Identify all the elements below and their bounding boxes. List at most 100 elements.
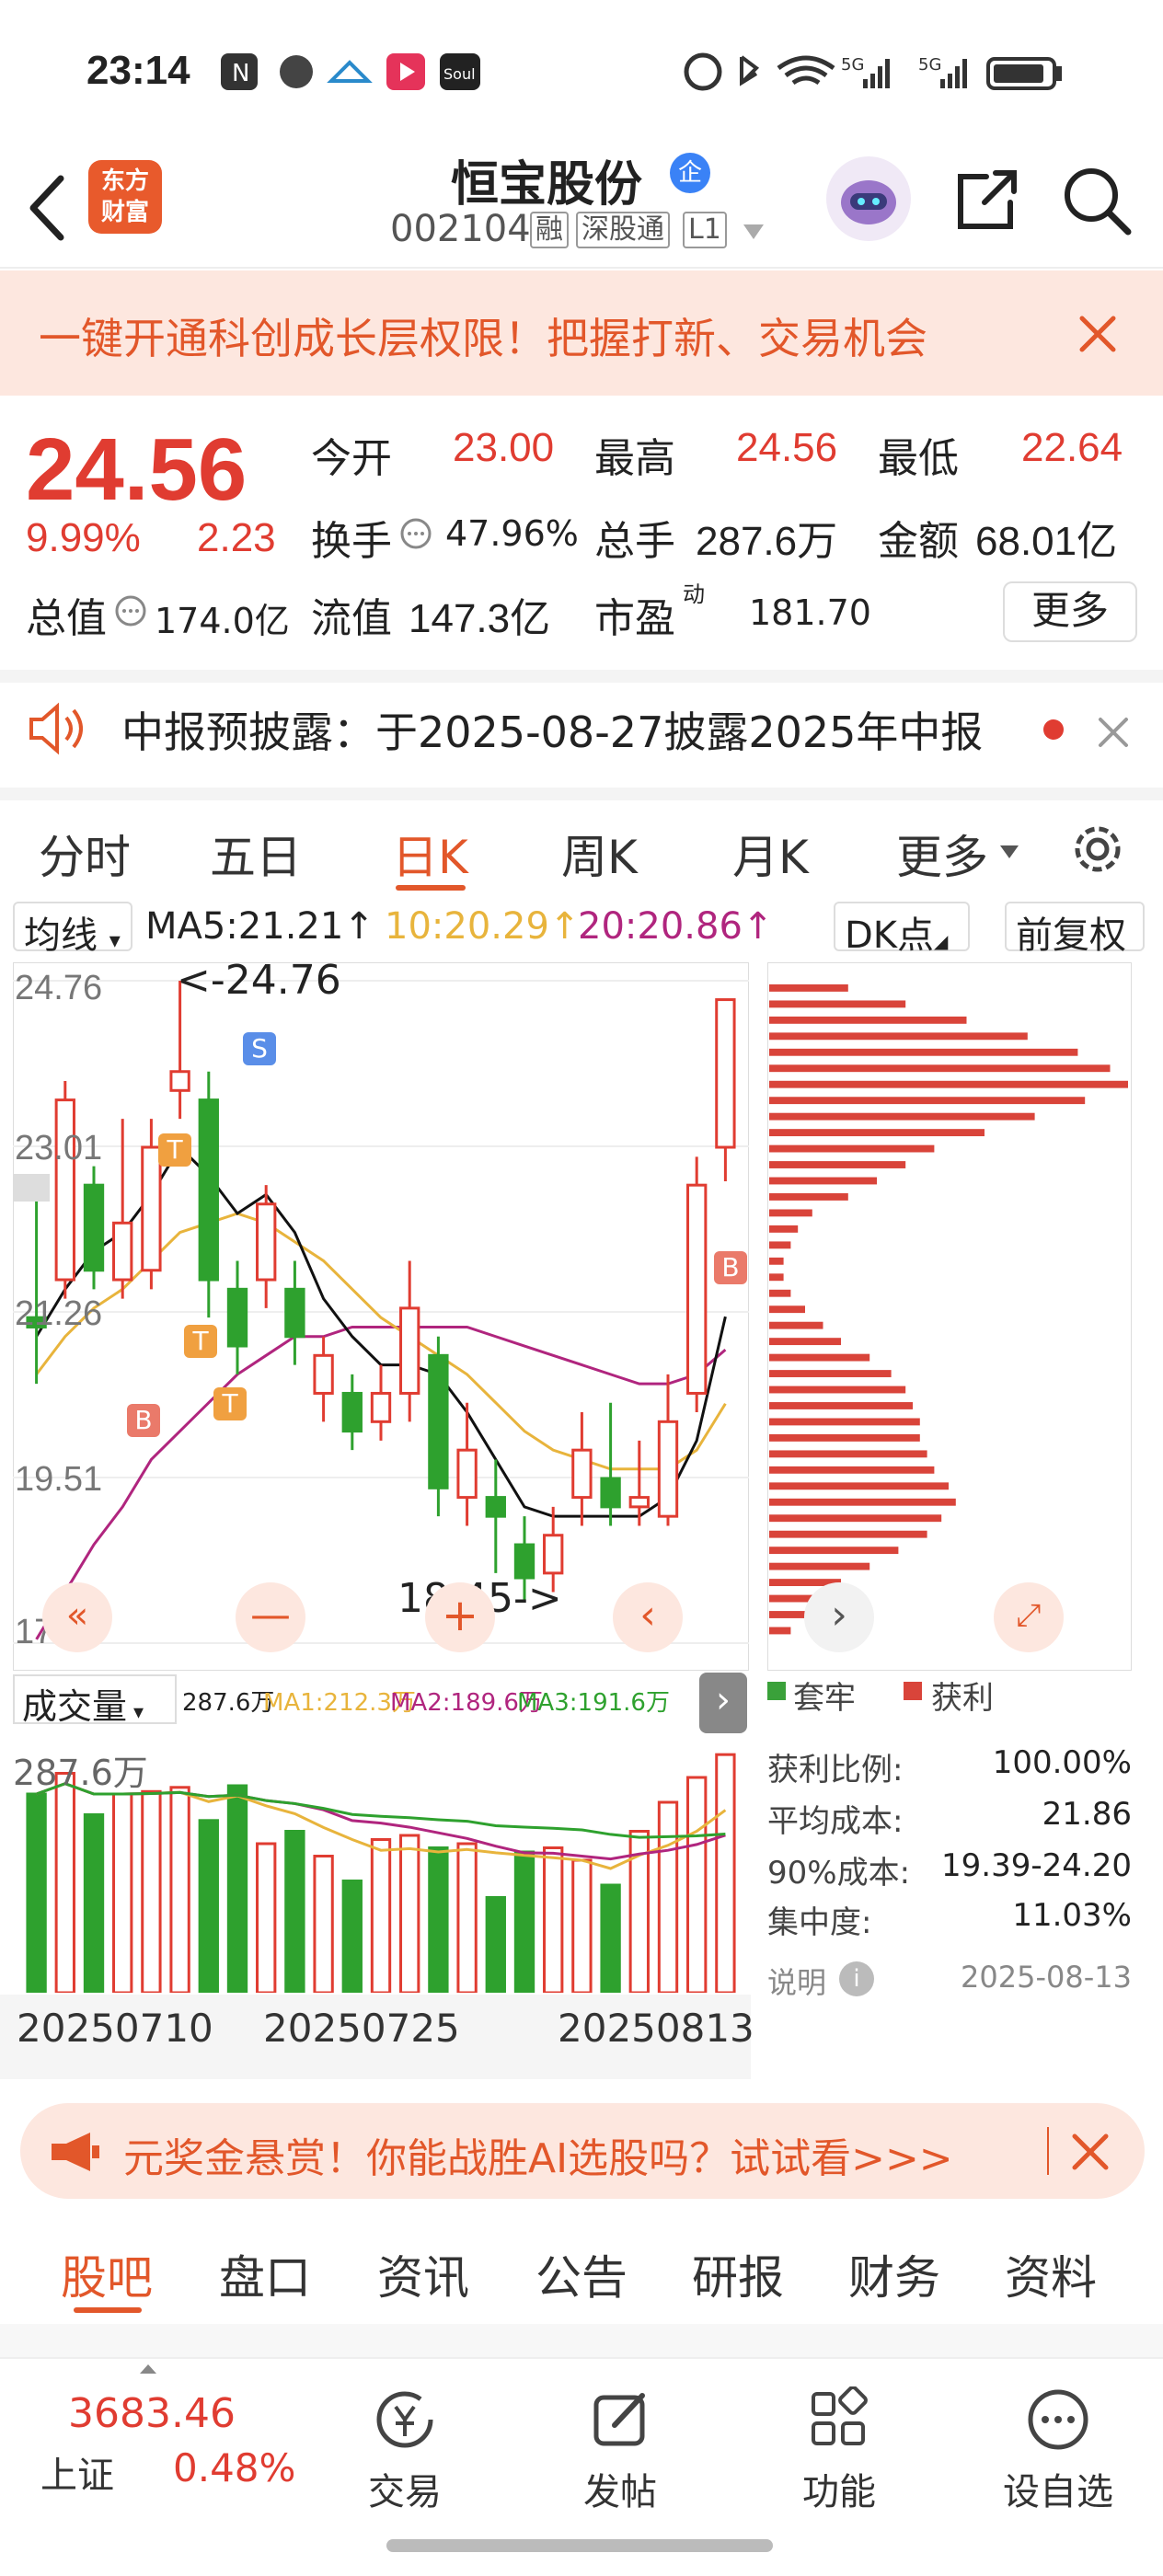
candlestick-chart[interactable]: 24.7623.0121.2619.5117.76 (13, 962, 749, 1671)
abs-change: 2.23 (197, 515, 276, 560)
tab-announcements[interactable]: 公告 (535, 2241, 628, 2307)
promo-banner[interactable]: 一键开通科创成长层权限！把握打新、交易机会 (0, 270, 1163, 396)
volume-bar (600, 1883, 621, 1993)
speaker-icon (29, 702, 83, 755)
chip-next-button[interactable]: › (804, 1582, 874, 1652)
more-button[interactable]: 更多 (1003, 581, 1137, 642)
close-icon[interactable] (1067, 2129, 1113, 2175)
tab-orderbook[interactable]: 盘口 (219, 2241, 311, 2307)
vol-ma3-readout: MA3:191.6万 (517, 1689, 670, 1717)
volume-bar (256, 1842, 277, 1993)
yen-icon (376, 2391, 433, 2448)
date-label: 20250710 (17, 2006, 213, 2051)
tab-profile[interactable]: 资料 (1005, 2241, 1097, 2307)
dropdown-icon[interactable] (740, 221, 767, 243)
candle-body (313, 1353, 334, 1395)
tab-weekly-k[interactable]: 周K (561, 821, 638, 887)
gear-icon[interactable] (1065, 817, 1130, 881)
adjust-selector[interactable]: 前复权 (1005, 902, 1145, 957)
back-arrow-icon[interactable] (24, 171, 70, 245)
chip-date: 2025-08-13 (961, 1960, 1132, 1995)
active-tab-indicator (396, 885, 466, 891)
content-preview-strip (0, 2324, 1163, 2357)
volume-bar (513, 1850, 535, 1993)
chip-bar (769, 1241, 791, 1249)
date-label: 20250813 (558, 2006, 754, 2051)
pe-value: 181.70 (749, 592, 871, 633)
t-marker[interactable]: T (158, 1133, 191, 1167)
candle-body (169, 1070, 190, 1092)
megaphone-icon (52, 2133, 99, 2171)
dk-point-selector[interactable]: DK点◢ (834, 902, 970, 957)
b-marker[interactable]: B (714, 1251, 747, 1284)
indicator-selector[interactable]: 成交量 ▾ (13, 1674, 177, 1727)
chip-bar (769, 1450, 927, 1458)
info-icon[interactable]: i (839, 1961, 874, 1996)
candle-body (571, 1448, 593, 1500)
scroll-left-fast-button[interactable]: « (42, 1582, 112, 1652)
status-system-icons: 5G 5G (684, 52, 1062, 91)
chip-bar (769, 1530, 927, 1538)
tab-research[interactable]: 研报 (692, 2241, 784, 2307)
eastmoney-logo[interactable]: 东方财富 (88, 160, 162, 234)
pe-label: 市盈 (594, 596, 675, 641)
b-marker[interactable]: B (127, 1404, 160, 1437)
legend-profit-swatch (904, 1682, 922, 1700)
enterprise-badge: 企 (670, 153, 710, 193)
candle-body (686, 1183, 708, 1395)
volume-bar (26, 1792, 47, 1993)
ai-avatar[interactable] (826, 156, 911, 241)
index-ticker[interactable]: 3683.46 上证 0.48% (0, 2359, 304, 2524)
up-caret-icon (140, 2364, 156, 2374)
info-icon[interactable] (399, 517, 432, 550)
expand-icon[interactable]: ⤢ (994, 1582, 1064, 1652)
ma-selector[interactable]: 均线 ▾ (13, 902, 132, 957)
search-icon[interactable] (1058, 162, 1135, 239)
banner-text: 一键开通科创成长层权限！把握打新、交易机会 (39, 314, 927, 363)
high-value: 24.56 (736, 425, 838, 470)
svg-text:5G: 5G (918, 55, 941, 75)
candle-body (198, 1098, 219, 1282)
share-icon[interactable] (950, 164, 1023, 237)
tab-more[interactable]: 更多 (896, 821, 988, 887)
t-marker[interactable]: T (213, 1387, 247, 1420)
chip-bar (769, 1225, 799, 1233)
svg-text:Soul: Soul (443, 65, 476, 83)
tab-news[interactable]: 资讯 (377, 2241, 469, 2307)
ai-promo-banner[interactable]: 元奖金悬赏！你能战胜AI选股吗？试试看>>> (20, 2103, 1145, 2199)
tab-5day[interactable]: 五日 (210, 821, 302, 887)
zoom-in-button[interactable]: + (425, 1582, 495, 1652)
chip-bar (769, 1305, 805, 1314)
close-icon[interactable] (1075, 311, 1121, 357)
notice-bar[interactable]: 中报预披露：于2025-08-27披露2025年中报 (0, 670, 1163, 780)
candle-body (715, 998, 736, 1149)
chip-bar (769, 1482, 949, 1490)
open-label: 今开 (311, 436, 392, 481)
pct-change: 9.99% (26, 515, 141, 560)
t-marker[interactable]: T (184, 1325, 217, 1358)
tab-intraday[interactable]: 分时 (39, 821, 131, 887)
tab-financials[interactable]: 财务 (848, 2241, 940, 2307)
volume-bar (370, 1838, 392, 1993)
tab-monthly-k[interactable]: 月K (732, 821, 809, 887)
chip-bar (769, 1289, 791, 1297)
chip-bar (769, 1016, 967, 1024)
avg-cost-label: 平均成本: (767, 1803, 904, 1840)
tab-forum[interactable]: 股吧 (61, 2241, 153, 2307)
candle-body (141, 1145, 162, 1272)
chip-note-link[interactable]: 说明 (767, 1960, 826, 2002)
tab-daily-k[interactable]: 日K (392, 821, 468, 887)
svg-text:N: N (232, 60, 249, 87)
s-marker[interactable]: S (243, 1032, 276, 1065)
wechat-icon (280, 55, 313, 88)
chip-bar (769, 1209, 812, 1217)
concentration-value: 11.03% (1012, 1897, 1132, 1934)
zoom-out-button[interactable]: — (236, 1582, 305, 1652)
chip-bar (769, 1547, 899, 1555)
scroll-left-button[interactable]: ‹ (613, 1582, 683, 1652)
close-icon[interactable] (1095, 714, 1132, 751)
expand-panel-button[interactable]: › (699, 1673, 747, 1733)
home-indicator (386, 2539, 773, 2552)
volume-bar (485, 1896, 506, 1993)
info-icon[interactable] (114, 594, 147, 627)
